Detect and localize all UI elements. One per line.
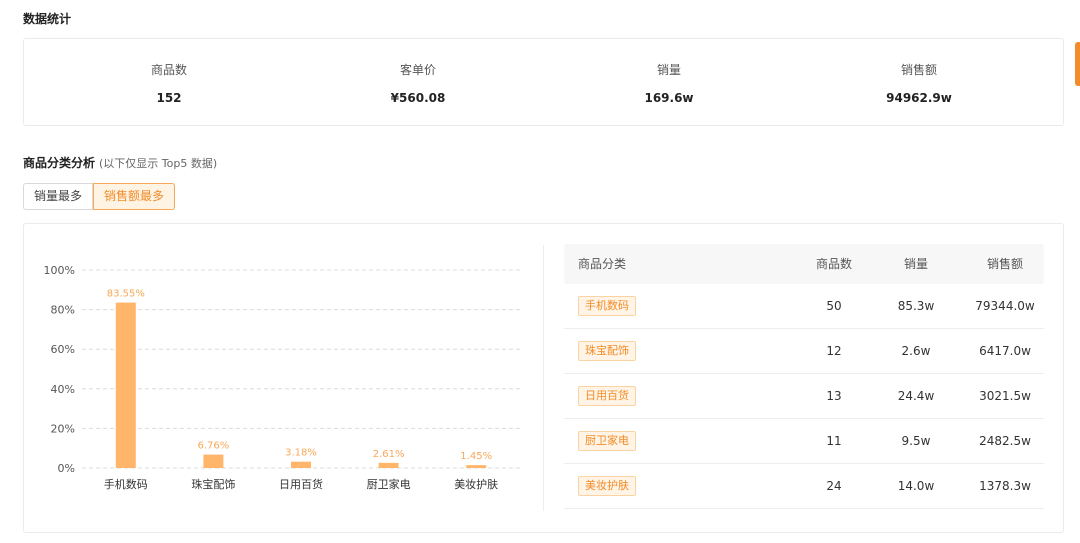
y-tick-label: 80% bbox=[51, 304, 75, 317]
category-bar-chart: 0% 20% 40% 60% 80% 100% 83.55% 手机数码 6.76% 珠宝配饰 3.1… bbox=[44, 264, 520, 491]
category-tag: 手机数码 bbox=[578, 296, 636, 316]
category-section-title: 商品分类分析 (以下仅显示 Top5 数据) bbox=[23, 154, 217, 171]
y-tick-label: 0% bbox=[58, 462, 75, 475]
table-header: 商品分类 商品数 销量 销售额 bbox=[564, 244, 1044, 284]
y-tick-label: 100% bbox=[44, 264, 75, 277]
cell-revenue: 1378.3w bbox=[979, 479, 1031, 493]
category-tag: 珠宝配饰 bbox=[578, 341, 636, 361]
header-category: 商品分类 bbox=[578, 257, 627, 271]
table-row: 美妆护肤 24 14.0w 1378.3w bbox=[564, 464, 1044, 509]
bar-value-label: 83.55% bbox=[107, 289, 145, 300]
cell-revenue: 2482.5w bbox=[979, 434, 1031, 448]
bar-value-label: 6.76% bbox=[198, 441, 230, 452]
y-tick-label: 60% bbox=[51, 343, 75, 356]
stat-value: 94962.9w bbox=[886, 91, 952, 105]
side-float-tab[interactable] bbox=[1075, 42, 1080, 86]
bar bbox=[378, 462, 399, 468]
x-tick-label: 珠宝配饰 bbox=[191, 477, 235, 491]
bar bbox=[466, 465, 487, 468]
stat-label: 销售额 bbox=[900, 63, 937, 77]
cell-count: 12 bbox=[826, 344, 842, 358]
bar-value-label: 1.45% bbox=[460, 451, 492, 462]
x-tick-label: 手机数码 bbox=[104, 477, 148, 491]
table-row: 厨卫家电 11 9.5w 2482.5w bbox=[564, 419, 1044, 464]
header-sales: 销量 bbox=[903, 257, 928, 271]
ranking-tabs: 销量最多 销售额最多 bbox=[23, 183, 176, 210]
category-tag: 厨卫家电 bbox=[578, 431, 636, 451]
stat-label: 销量 bbox=[656, 63, 681, 77]
stat-value: 152 bbox=[156, 91, 182, 105]
bar-value-label: 3.18% bbox=[285, 448, 317, 459]
cell-sales: 14.0w bbox=[897, 479, 935, 493]
cell-sales: 9.5w bbox=[901, 434, 931, 448]
cell-sales: 2.6w bbox=[901, 344, 931, 358]
y-tick-label: 20% bbox=[51, 422, 75, 435]
stats-section-title: 数据统计 bbox=[23, 12, 72, 26]
stat-value: 169.6w bbox=[644, 91, 694, 105]
x-tick-label: 厨卫家电 bbox=[367, 477, 411, 491]
table-row: 日用百货 13 24.4w 3021.5w bbox=[564, 374, 1044, 419]
stats-card: 商品数 152 客单价 ¥560.08 销量 169.6w 销售额 94962.… bbox=[23, 38, 1064, 126]
category-subtitle: (以下仅显示 Top5 数据) bbox=[99, 157, 218, 170]
category-tag: 美妆护肤 bbox=[578, 476, 636, 496]
table-row: 手机数码 50 85.3w 79344.0w bbox=[564, 284, 1044, 329]
cell-revenue: 6417.0w bbox=[979, 344, 1031, 358]
stat-value: ¥560.08 bbox=[390, 91, 446, 105]
cell-count: 11 bbox=[826, 434, 842, 448]
cell-count: 13 bbox=[826, 389, 842, 403]
table-row: 珠宝配饰 12 2.6w 6417.0w bbox=[564, 329, 1044, 374]
bar bbox=[291, 461, 311, 468]
stat-label: 商品数 bbox=[150, 63, 187, 77]
panel-divider bbox=[543, 245, 544, 511]
cell-revenue: 79344.0w bbox=[975, 299, 1035, 313]
category-title-text: 商品分类分析 bbox=[23, 156, 96, 170]
bar bbox=[203, 454, 224, 468]
tab-most-sales[interactable]: 销量最多 bbox=[23, 183, 94, 210]
x-tick-label: 美妆护肤 bbox=[454, 477, 498, 491]
x-tick-label: 日用百货 bbox=[279, 477, 323, 491]
cell-revenue: 3021.5w bbox=[979, 389, 1031, 403]
header-count: 商品数 bbox=[815, 257, 852, 271]
header-revenue: 销售额 bbox=[986, 257, 1023, 271]
cell-sales: 85.3w bbox=[897, 299, 935, 313]
category-tag: 日用百货 bbox=[578, 386, 636, 406]
cell-count: 50 bbox=[826, 299, 842, 313]
category-table: 商品分类 商品数 销量 销售额 手机数码 50 85.3w 79344.0w 珠… bbox=[564, 244, 1044, 509]
bar-value-label: 2.61% bbox=[373, 449, 405, 460]
y-tick-label: 40% bbox=[51, 383, 75, 396]
cell-sales: 24.4w bbox=[897, 389, 935, 403]
cell-count: 24 bbox=[826, 479, 842, 493]
bar bbox=[115, 302, 136, 468]
tab-most-revenue[interactable]: 销售额最多 bbox=[93, 183, 176, 210]
stat-label: 客单价 bbox=[399, 63, 436, 77]
